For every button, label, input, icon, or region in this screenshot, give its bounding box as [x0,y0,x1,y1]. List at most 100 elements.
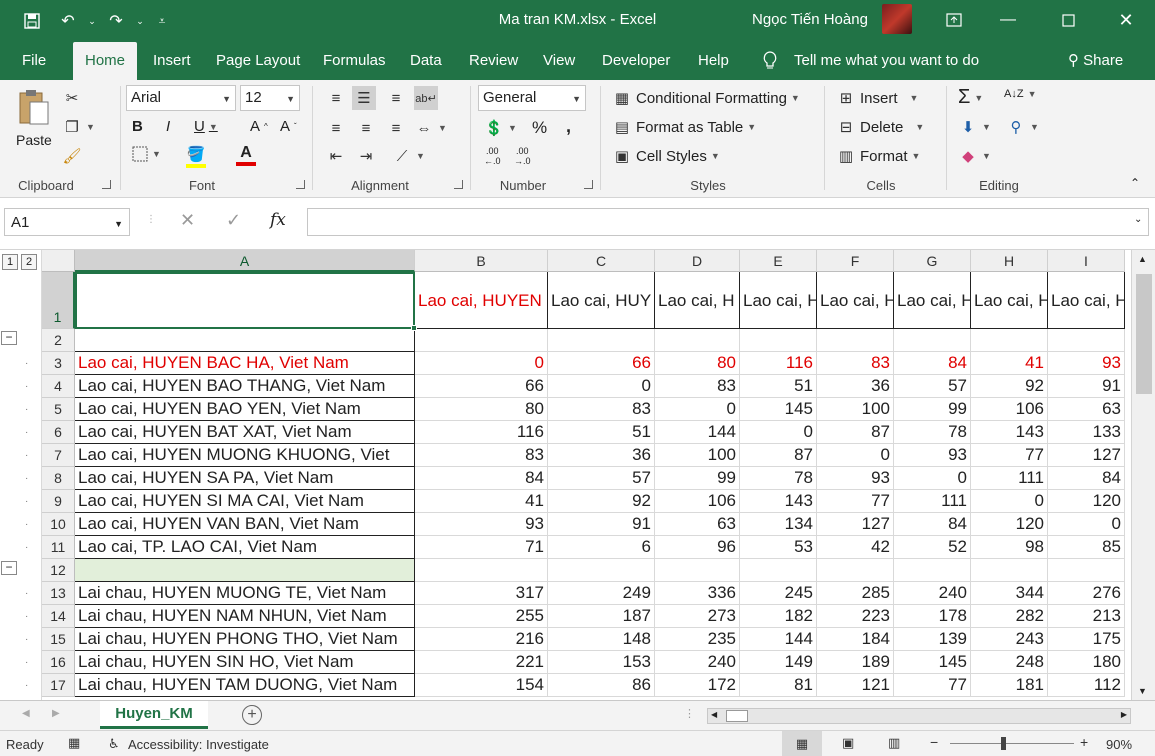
row-header-17[interactable]: 17 [42,674,75,697]
cell-f10[interactable]: 127 [817,513,894,536]
tab-formulas[interactable]: Formulas [323,42,386,80]
cell-e10[interactable]: 134 [740,513,817,536]
cell-a3[interactable]: Lao cai, HUYEN BAC HA, Viet Nam [75,352,415,375]
cell-a15[interactable]: Lai chau, HUYEN PHONG THO, Viet Nam [75,628,415,651]
cell-g17[interactable]: 77 [894,674,971,697]
tab-developer[interactable]: Developer [602,42,670,80]
cell-b14[interactable]: 255 [415,605,548,628]
redo-dropdown-icon[interactable]: ⌄ [128,9,152,33]
cell-e9[interactable]: 143 [740,490,817,513]
cell-i15[interactable]: 175 [1048,628,1125,651]
cell-i4[interactable]: 91 [1048,375,1125,398]
cell-a4[interactable]: Lao cai, HUYEN BAO THANG, Viet Nam [75,375,415,398]
cell-e2[interactable] [740,329,817,352]
row-header-12[interactable]: 12 [42,559,75,582]
cell-a8[interactable]: Lao cai, HUYEN SA PA, Viet Nam [75,467,415,490]
vertical-scroll-thumb[interactable] [1136,274,1152,394]
cell-c17[interactable]: 86 [548,674,655,697]
cell-g2[interactable] [894,329,971,352]
cell-b2[interactable] [415,329,548,352]
sheet-tab-huyen-km[interactable]: Huyen_KM [100,701,208,729]
maximize-icon[interactable] [1048,4,1088,36]
cell-f14[interactable]: 223 [817,605,894,628]
accounting-format-icon[interactable]: 💲 ▼ [484,118,517,138]
row-header-2[interactable]: 2 [42,329,75,352]
accessibility-icon[interactable]: ♿ [108,736,120,752]
row-header-14[interactable]: 14 [42,605,75,628]
cell-c6[interactable]: 51 [548,421,655,444]
cell-i14[interactable]: 213 [1048,605,1125,628]
cell-i6[interactable]: 133 [1048,421,1125,444]
cell-i13[interactable]: 276 [1048,582,1125,605]
underline-button[interactable]: U ▼ [194,118,218,135]
cell-a17[interactable]: Lai chau, HUYEN TAM DUONG, Viet Nam [75,674,415,697]
undo-dropdown-icon[interactable]: ⌄ [80,9,104,33]
cell-b1[interactable]: Lao cai, HUYEN [415,272,548,329]
scroll-up-icon[interactable]: ▲ [1138,254,1147,264]
cell-g3[interactable]: 84 [894,352,971,375]
cell-f15[interactable]: 184 [817,628,894,651]
cell-h11[interactable]: 98 [971,536,1048,559]
cell-c14[interactable]: 187 [548,605,655,628]
row-header-7[interactable]: 7 [42,444,75,467]
cell-d6[interactable]: 144 [655,421,740,444]
cell-h12[interactable] [971,559,1048,582]
copy-icon[interactable]: ❐ ▼ [62,117,95,137]
tab-data[interactable]: Data [410,42,442,80]
clipboard-launcher-icon[interactable] [102,180,111,189]
cell-f2[interactable] [817,329,894,352]
cell-e3[interactable]: 116 [740,352,817,375]
cell-i17[interactable]: 112 [1048,674,1125,697]
cell-g14[interactable]: 178 [894,605,971,628]
cell-e16[interactable]: 149 [740,651,817,674]
cell-e12[interactable] [740,559,817,582]
increase-font-icon[interactable]: A ^ [250,118,268,135]
decrease-font-icon[interactable]: Aˇ [280,118,297,135]
page-break-view-icon[interactable]: ▥ [888,735,900,751]
column-header-f[interactable]: F [817,250,894,272]
tab-file[interactable]: File [22,42,46,80]
conditional-formatting-button[interactable]: ▦ Conditional Formatting ▼ [612,88,800,108]
decrease-indent-icon[interactable]: ⇤ [326,146,346,166]
align-right-icon[interactable]: ≡ [386,118,406,138]
row-header-8[interactable]: 8 [42,467,75,490]
cell-e6[interactable]: 0 [740,421,817,444]
collapse-group-2-icon[interactable]: − [1,331,17,345]
cell-e15[interactable]: 144 [740,628,817,651]
row-header-11[interactable]: 11 [42,536,75,559]
zoom-out-icon[interactable]: − [930,734,938,750]
cell-i7[interactable]: 127 [1048,444,1125,467]
cell-a5[interactable]: Lao cai, HUYEN BAO YEN, Viet Nam [75,398,415,421]
row-header-13[interactable]: 13 [42,582,75,605]
cell-d3[interactable]: 80 [655,352,740,375]
tab-help[interactable]: Help [698,42,729,80]
cell-f3[interactable]: 83 [817,352,894,375]
save-icon[interactable] [20,9,44,33]
row-header-4[interactable]: 4 [42,375,75,398]
cell-i1[interactable]: Lao cai, H [1048,272,1125,329]
cell-h7[interactable]: 77 [971,444,1048,467]
fill-handle[interactable] [411,325,417,331]
cell-b9[interactable]: 41 [415,490,548,513]
formula-input[interactable] [307,208,1149,236]
cell-i2[interactable] [1048,329,1125,352]
tab-insert[interactable]: Insert [153,42,191,80]
clear-button[interactable]: ◆ ▼ [958,146,991,166]
normal-view-icon[interactable]: ▦ [782,731,822,756]
cell-b17[interactable]: 154 [415,674,548,697]
cell-styles-button[interactable]: ▣ Cell Styles ▼ [612,146,720,166]
align-top-icon[interactable]: ≡ [326,88,346,108]
row-header-6[interactable]: 6 [42,421,75,444]
prev-sheet-icon[interactable]: ◀ [22,708,30,719]
cell-a9[interactable]: Lao cai, HUYEN SI MA CAI, Viet Nam [75,490,415,513]
cell-b5[interactable]: 80 [415,398,548,421]
cell-c3[interactable]: 66 [548,352,655,375]
zoom-slider[interactable] [950,743,1074,744]
cell-f7[interactable]: 0 [817,444,894,467]
cell-c10[interactable]: 91 [548,513,655,536]
spreadsheet-grid[interactable]: 1 2 ABCDEFGHI 1 Lao cai, HUYEN Lao cai, HU… [0,250,1131,700]
cell-b11[interactable]: 71 [415,536,548,559]
cell-c15[interactable]: 148 [548,628,655,651]
cell-e13[interactable]: 245 [740,582,817,605]
horizontal-scrollbar[interactable]: ◀ ▶ [707,708,1131,724]
